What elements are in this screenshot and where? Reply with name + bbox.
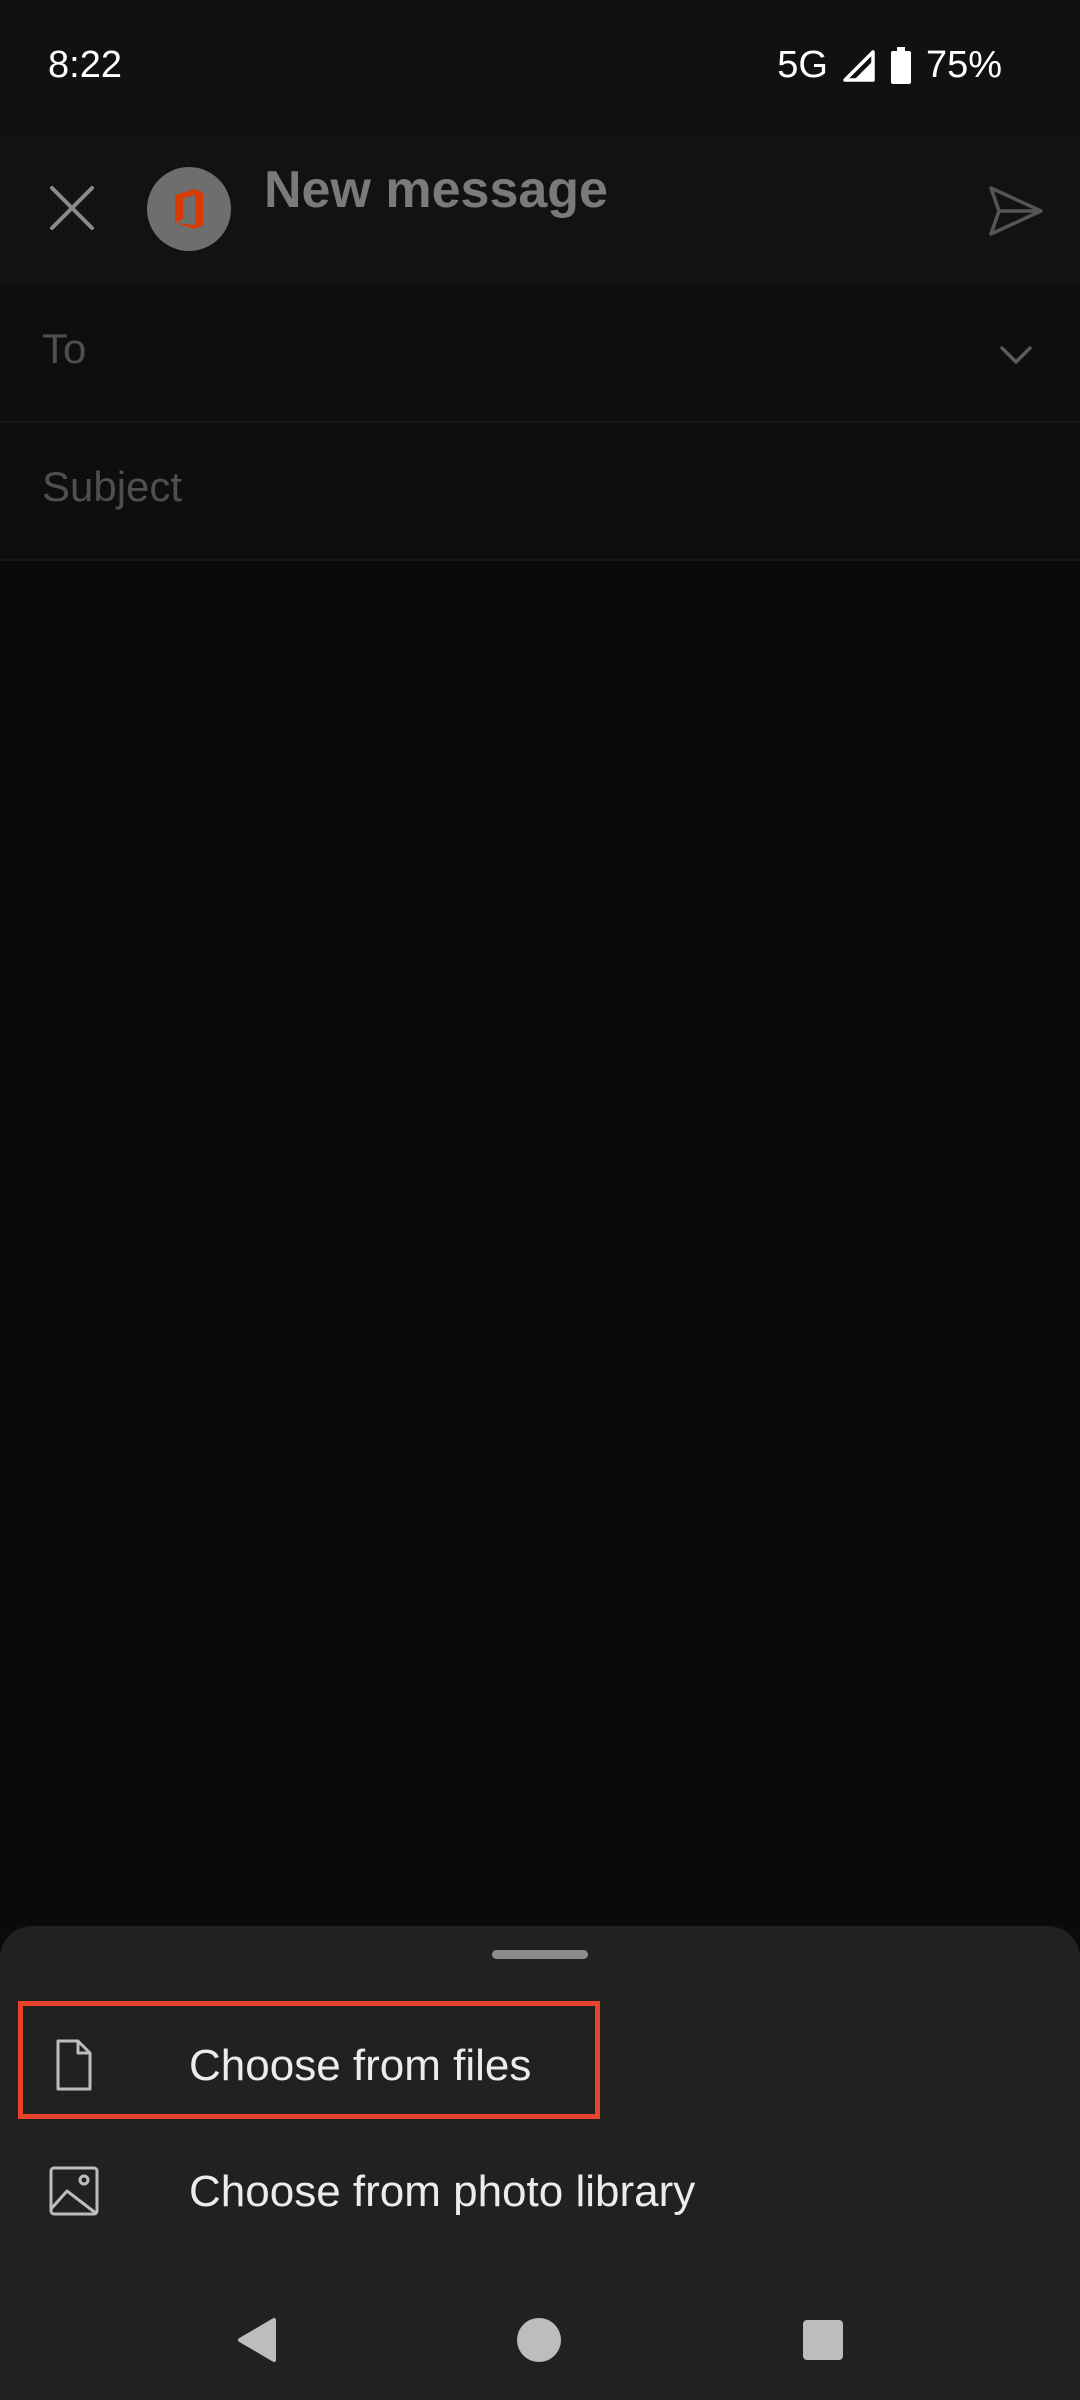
battery-percent: 75% <box>925 44 1002 86</box>
recents-icon <box>803 2320 843 2360</box>
office-logo-icon <box>175 189 203 229</box>
choose-from-photo-library-option[interactable]: Choose from photo library <box>0 2131 1080 2251</box>
status-indicators: 5G 75% <box>777 44 1002 87</box>
status-time: 8:22 <box>48 44 122 86</box>
chevron-down-icon <box>1000 346 1032 364</box>
account-avatar[interactable] <box>147 167 231 251</box>
choose-from-files-option[interactable]: Choose from files <box>0 2005 1080 2125</box>
send-button[interactable] <box>985 180 1047 242</box>
signal-icon <box>842 49 876 83</box>
to-placeholder: To <box>42 325 87 372</box>
subject-field[interactable]: Subject <box>0 423 1080 561</box>
system-nav-bar <box>0 2280 1080 2400</box>
status-bar: 8:22 5G 75% <box>0 0 1080 130</box>
image-icon <box>49 2166 99 2216</box>
send-icon <box>989 186 1043 236</box>
drag-handle[interactable] <box>492 1950 588 1959</box>
subject-placeholder: Subject <box>42 463 183 510</box>
close-icon <box>50 186 94 230</box>
option-label: Choose from photo library <box>189 2167 696 2216</box>
home-button[interactable] <box>501 2302 577 2378</box>
recents-button[interactable] <box>785 2302 861 2378</box>
expand-recipients-button[interactable] <box>996 335 1036 375</box>
home-icon <box>517 2318 561 2362</box>
message-body[interactable] <box>0 561 1080 1926</box>
close-button[interactable] <box>38 174 106 242</box>
file-icon <box>56 2039 92 2091</box>
page-title: New message <box>264 161 608 219</box>
to-field[interactable]: To <box>0 285 1080 423</box>
battery-icon <box>890 46 912 85</box>
back-button[interactable] <box>219 2302 295 2378</box>
network-type: 5G <box>777 44 828 86</box>
option-label: Choose from files <box>189 2041 532 2090</box>
back-icon <box>238 2318 276 2362</box>
compose-header: New message <box>0 130 1080 285</box>
